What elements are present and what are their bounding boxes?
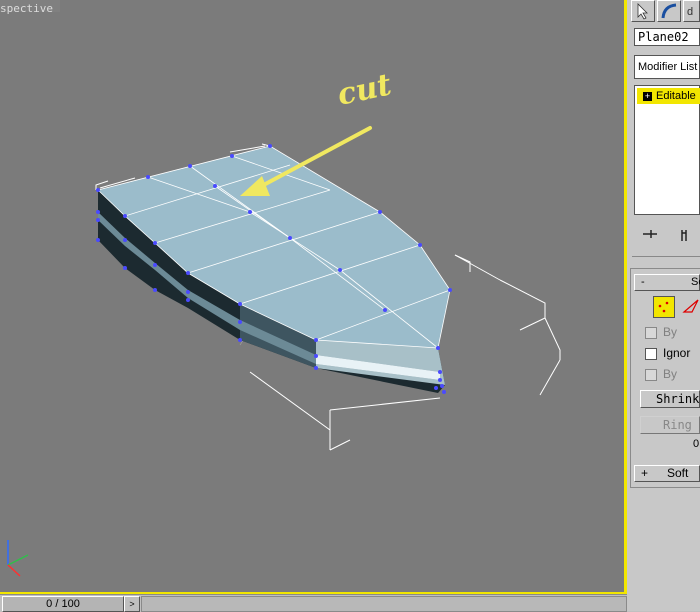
modify-tab[interactable] [657,0,681,22]
hierarchy-tab[interactable]: d [683,0,700,22]
modifier-list-dropdown[interactable]: Modifier List [634,55,700,79]
by-angle-checkbox[interactable]: By [645,367,677,381]
edge-mode-button[interactable] [682,298,700,319]
scene-render: cut [7,67,561,577]
selection-rollout-header[interactable]: - Se [634,274,700,291]
command-panel: d Plane02 Modifier List + Editable - Se B… [627,0,700,611]
soft-selection-rollout-header[interactable]: + Soft [634,465,700,482]
modifier-stack[interactable]: + Editable [634,85,700,215]
by-vertex-checkbox[interactable]: By [645,325,677,339]
stack-item-label: Editable [656,90,696,102]
svg-text:d: d [687,6,693,18]
vertex-icon [658,301,669,313]
next-frame-button[interactable]: > [124,596,140,612]
collapse-icon: - [641,276,645,288]
selection-count: 0 [693,438,700,450]
shrink-button[interactable]: Shrink [640,390,700,408]
time-slider[interactable]: 0 / 100 [2,596,124,612]
rollout-title: Se [691,276,700,288]
time-slider-bar: 0 / 100 > [0,594,627,612]
expand-icon[interactable]: + [643,91,652,101]
create-tab[interactable] [631,0,655,22]
ignore-backfacing-checkbox[interactable]: Ignor [645,346,690,360]
stack-item-editable[interactable]: + Editable [637,88,700,104]
show-end-result-icon[interactable] [679,228,693,245]
pin-stack-icon[interactable] [641,228,659,243]
modify-icon [661,3,677,19]
cut-annotation-label: cut [334,67,394,112]
time-track[interactable] [141,596,627,612]
object-name-field[interactable]: Plane02 [634,28,700,46]
divider [632,256,700,257]
create-icon [637,3,648,20]
hierarchy-icon: d [687,6,693,18]
ring-button[interactable]: Ring [640,416,700,434]
expand-icon: + [641,466,649,480]
axis-tripod-icon [7,540,29,577]
rollout-title: Soft [667,466,689,480]
vertex-mode-button[interactable] [653,296,675,318]
perspective-viewport[interactable]: spective cut [0,0,624,592]
